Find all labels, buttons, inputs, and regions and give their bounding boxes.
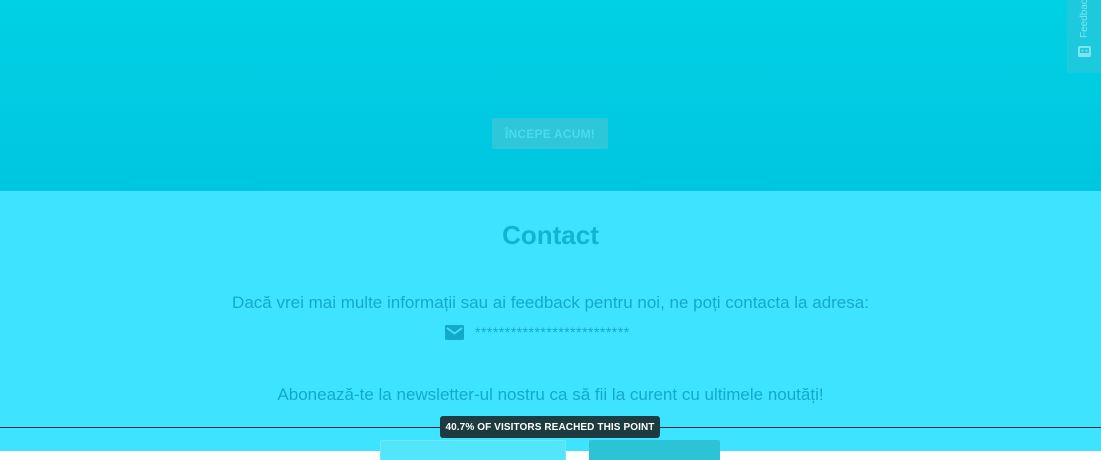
newsletter-description: Abonează-te la newsletter-ul nostru ca s… <box>277 385 824 404</box>
feedback-tab-label: Feedback <box>1078 0 1090 38</box>
contact-description: Dacă vrei mai multe informații sau ai fe… <box>232 293 869 312</box>
contact-title: Contact <box>502 220 599 250</box>
start-now-button[interactable]: ÎNCEPE ACUM! <box>492 118 608 149</box>
mail-icon <box>445 324 464 340</box>
contact-section: Contact Dacă vrei mai multe informații s… <box>0 191 1101 451</box>
scroll-reach-badge: 40.7% OF VISITORS REACHED THIS POINT <box>440 416 660 438</box>
contact-email[interactable]: ************************** <box>475 324 630 340</box>
hero-section: ÎNCEPE ACUM! <box>0 0 1101 191</box>
newsletter-subscribe-button[interactable] <box>589 440 720 460</box>
feedback-icon <box>1077 46 1091 57</box>
contact-email-row[interactable]: ************************** <box>445 322 630 342</box>
feedback-tab[interactable]: Feedback <box>1067 0 1101 73</box>
newsletter-email-input[interactable] <box>380 440 566 460</box>
